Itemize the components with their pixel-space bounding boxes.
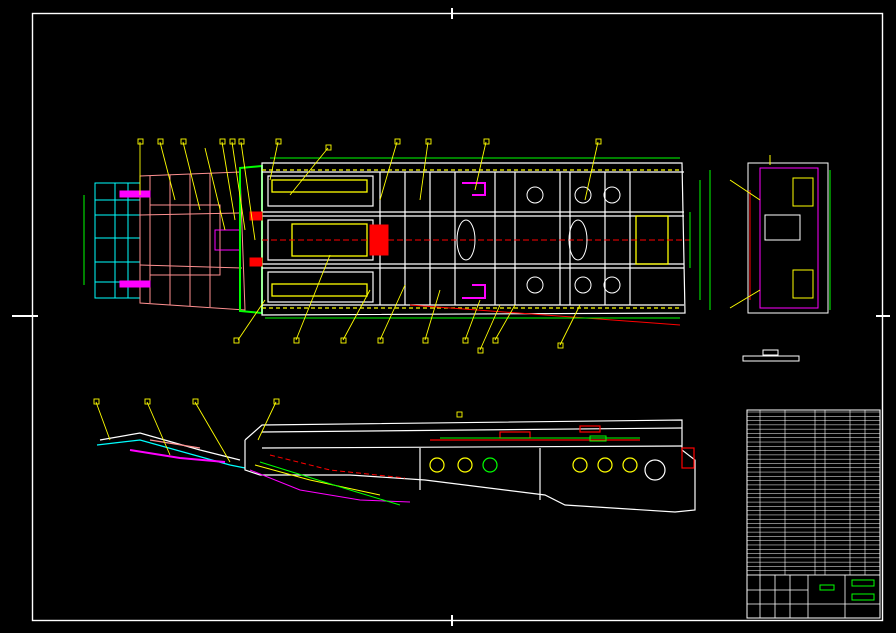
drawing-border-frame xyxy=(31,12,884,622)
dimension-lines-plan xyxy=(83,157,711,319)
title-block xyxy=(746,409,881,619)
end-view-detail xyxy=(729,155,831,310)
end-view xyxy=(729,155,831,362)
centering-marks xyxy=(12,8,890,626)
parts-list-rows xyxy=(747,411,880,576)
title-block-highlights xyxy=(819,579,875,601)
main-deck-plan xyxy=(261,162,686,316)
neck-frame-plan xyxy=(139,171,246,311)
cad-drawing-sheet xyxy=(12,8,890,626)
parts-list-frame xyxy=(746,409,881,619)
parts-list-columns xyxy=(759,410,866,575)
side-elevation-view xyxy=(93,398,696,513)
title-block-cells xyxy=(746,574,881,619)
plan-view xyxy=(83,138,711,354)
hinge-plate-plan xyxy=(239,164,263,315)
ramp-struts-side xyxy=(249,454,411,506)
end-view-scale-bar xyxy=(742,349,800,362)
wheels-side xyxy=(429,457,666,481)
